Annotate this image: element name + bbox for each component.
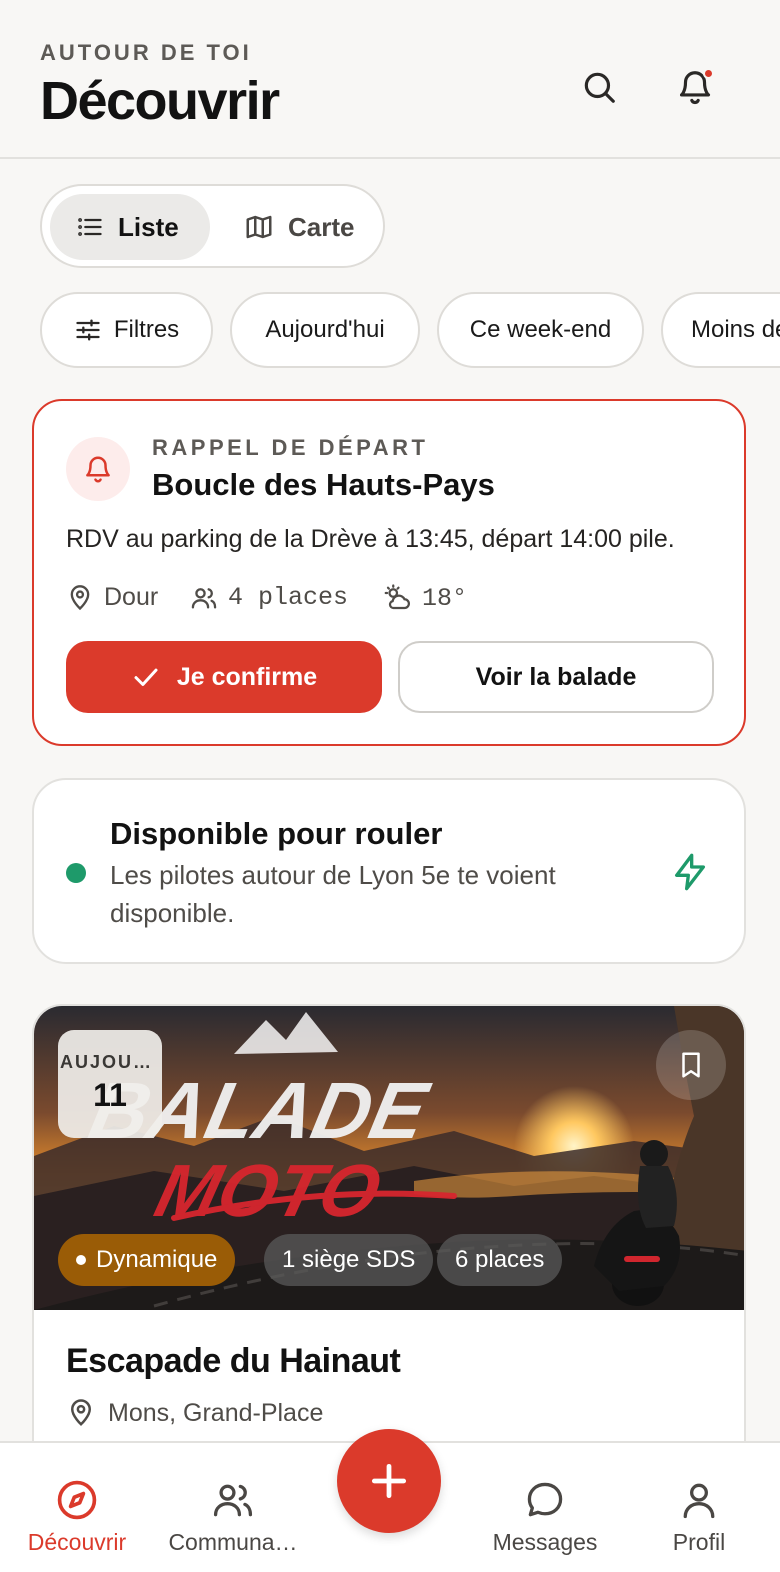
partly-cloudy-icon	[384, 584, 410, 610]
tag-places: 6 places	[437, 1234, 563, 1286]
event-date-badge: AUJOURD'HUI 11	[58, 1030, 162, 1138]
event-location: Mons, Grand-Place	[66, 1398, 323, 1428]
svg-text:MOTO: MOTO	[148, 1149, 389, 1232]
check-icon	[134, 668, 158, 686]
reminder-places-label: 4 places	[228, 583, 349, 612]
search-icon	[584, 72, 615, 103]
tag-label: 1 siège SDS	[282, 1246, 416, 1273]
chip-distance[interactable]: Moins de	[661, 292, 780, 368]
top-header: AUTOUR DE TOI Découvrir	[0, 0, 780, 159]
confirm-button-label: Je confirme	[176, 662, 318, 691]
chip-label: Ce week-end	[469, 316, 612, 343]
event-title: Escapade du Hainaut	[66, 1342, 401, 1380]
notifications-button[interactable]	[670, 62, 720, 112]
view-ride-button-label: Voir la balade	[475, 662, 637, 691]
departure-reminder-card: RAPPEL DE DÉPART Boucle des Hauts-Pays R…	[32, 399, 746, 746]
filter-chips: Filtres Aujourd'hui Ce week-end Moins de	[40, 292, 780, 368]
event-location-label: Mons, Grand-Place	[108, 1398, 324, 1427]
tab-label: Profil	[672, 1529, 726, 1555]
list-icon	[78, 218, 102, 236]
confirm-button[interactable]: Je confirme	[66, 641, 382, 713]
tag-label: Dynamique	[96, 1246, 218, 1273]
users-icon	[191, 587, 217, 608]
chip-filters[interactable]: Filtres	[40, 292, 213, 368]
header-eyebrow: AUTOUR DE TOI	[40, 40, 252, 65]
chat-bubble-icon	[527, 1482, 563, 1517]
tag-pace: Dynamique	[58, 1234, 236, 1286]
tag-passenger-seat: 1 siège SDS	[264, 1234, 434, 1286]
availability-subtitle: Les pilotes autour de Lyon 5e te voient …	[110, 860, 556, 928]
user-icon	[683, 1483, 715, 1519]
map-icon	[246, 215, 272, 239]
view-ride-button[interactable]: Voir la balade	[398, 641, 714, 713]
toggle-list[interactable]: Liste	[50, 194, 210, 260]
toggle-map[interactable]: Carte	[218, 194, 380, 260]
availability-card[interactable]: Disponible pour rouler Les pilotes autou…	[32, 778, 746, 964]
sliders-icon	[76, 319, 100, 341]
notification-dot	[703, 68, 714, 79]
tab-label: Messages	[492, 1529, 598, 1555]
map-pin-icon	[70, 1399, 92, 1426]
reminder-text: RDV au parking de la Drève à 13:45, dépa…	[66, 525, 675, 553]
tab-community[interactable]: Communa…	[162, 1443, 304, 1572]
reminder-weather: 18°	[382, 583, 467, 613]
tag-label: 6 places	[455, 1246, 545, 1273]
reminder-weather-label: 18°	[422, 583, 468, 613]
reminder-eyebrow: RAPPEL DE DÉPART	[152, 435, 429, 460]
tab-label: Communa…	[168, 1529, 298, 1555]
create-ride-button[interactable]	[337, 1429, 441, 1533]
bell-icon	[86, 456, 110, 483]
event-cover-image: BALADE MOTO AUJOURD'HUI 11 Dynamique 1	[34, 1006, 744, 1310]
compass-icon	[57, 1480, 97, 1520]
bookmark-icon	[682, 1052, 700, 1078]
availability-title: Disponible pour rouler	[110, 816, 443, 851]
view-toggle: Liste Carte	[40, 184, 385, 268]
reminder-icon-badge	[66, 437, 130, 501]
chip-weekend[interactable]: Ce week-end	[437, 292, 644, 368]
chip-label: Filtres	[113, 316, 180, 343]
users-icon	[213, 1484, 253, 1517]
reminder-location-label: Dour	[104, 583, 159, 611]
event-date-month: AUJOURD'HUI	[60, 1052, 162, 1072]
tab-label: Découvrir	[27, 1529, 127, 1555]
toggle-list-label: Liste	[118, 211, 179, 242]
event-date-day: 11	[93, 1077, 127, 1113]
reminder-places: 4 places	[190, 583, 348, 612]
lightning-icon	[675, 853, 705, 891]
bookmark-button[interactable]	[656, 1030, 726, 1100]
plus-icon	[371, 1463, 407, 1499]
availability-status-dot	[66, 863, 86, 883]
reminder-title: Boucle des Hauts-Pays	[152, 467, 495, 502]
toggle-map-label: Carte	[288, 211, 355, 242]
reminder-location: Dour	[66, 583, 158, 612]
chip-label: Aujourd'hui	[265, 316, 385, 343]
chip-label: Moins de	[691, 316, 780, 343]
tag-dot-icon	[76, 1255, 86, 1265]
search-button[interactable]	[574, 62, 624, 112]
tab-discover[interactable]: Découvrir	[18, 1443, 136, 1572]
chip-today[interactable]: Aujourd'hui	[230, 292, 420, 368]
tab-messages[interactable]: Messages	[486, 1443, 604, 1572]
map-pin-icon	[70, 584, 90, 610]
tab-profile[interactable]: Profil	[640, 1443, 758, 1572]
page-title: Découvrir	[40, 71, 280, 131]
